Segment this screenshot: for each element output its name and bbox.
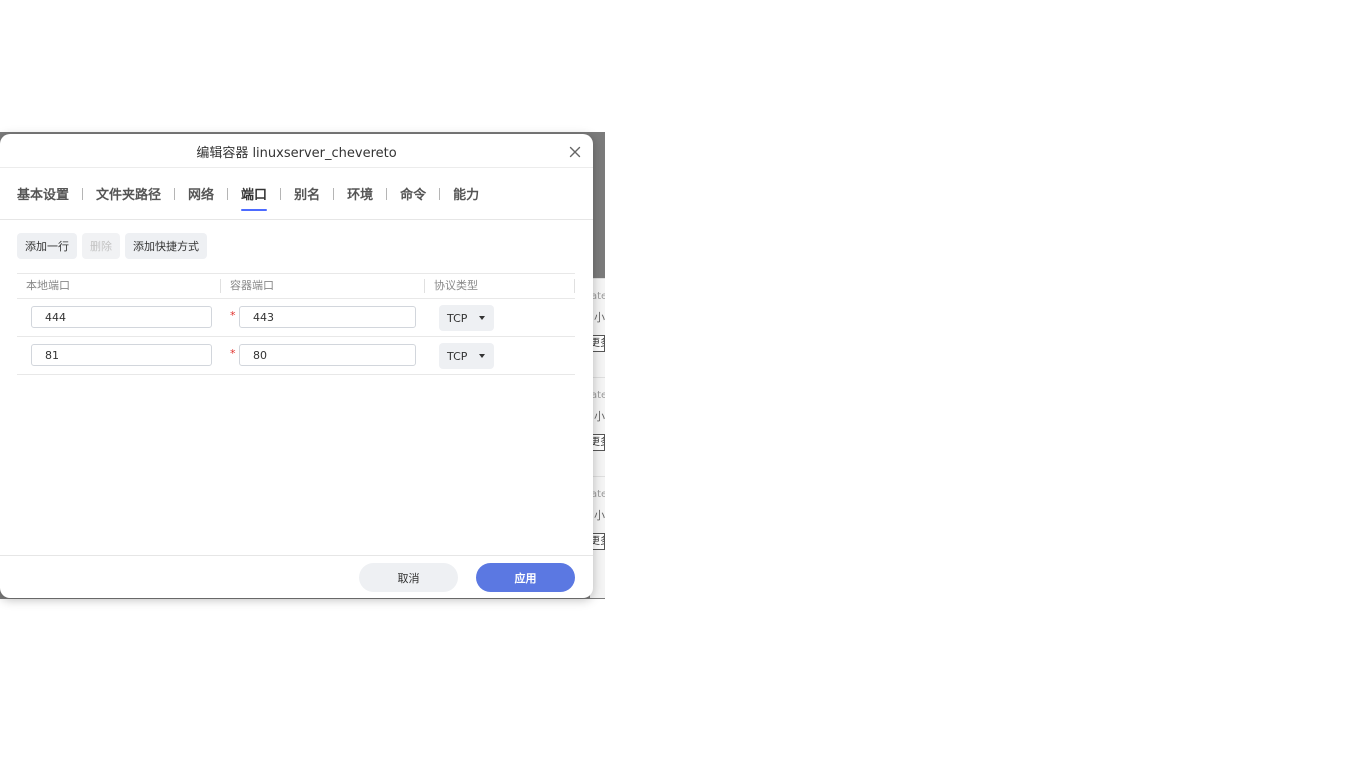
column-header-protocol: 协议类型 <box>434 279 478 292</box>
tab-divider <box>439 187 441 200</box>
local-port-input[interactable] <box>31 306 212 328</box>
dialog-title: 编辑容器 linuxserver_chevereto <box>196 146 397 161</box>
background-card-text: 小 <box>594 311 605 324</box>
close-button[interactable] <box>567 144 583 160</box>
background-card-text: 小 <box>594 410 605 423</box>
tab-ports[interactable]: 端口 <box>241 182 268 211</box>
tab-divider <box>280 187 282 200</box>
column-header-container-port: 容器端口 <box>230 279 274 292</box>
tab-capabilities[interactable]: 能力 <box>453 182 479 205</box>
protocol-select-value: TCP <box>447 311 468 325</box>
background-card-text: 小 <box>594 509 605 522</box>
tab-divider <box>82 187 84 200</box>
tab-basic-settings[interactable]: 基本设置 <box>17 182 69 205</box>
protocol-select[interactable]: TCP <box>439 343 494 369</box>
table-row: * TCP <box>17 337 575 375</box>
column-header-local-port: 本地端口 <box>26 279 70 292</box>
local-port-input[interactable] <box>31 344 212 366</box>
tab-network[interactable]: 网络 <box>188 182 214 205</box>
tab-command[interactable]: 命令 <box>400 182 426 205</box>
background-card-text: ate <box>591 291 605 302</box>
delete-button[interactable]: 删除 <box>82 233 120 259</box>
tab-folder-paths[interactable]: 文件夹路径 <box>96 182 161 205</box>
caret-down-icon <box>479 316 485 320</box>
caret-down-icon <box>479 354 485 358</box>
background-card-text: ate <box>591 390 605 401</box>
tab-environment[interactable]: 环境 <box>347 182 373 205</box>
dialog-footer: 取消 应用 <box>0 555 593 598</box>
required-mark: * <box>230 347 236 360</box>
ports-toolbar: 添加一行 删除 添加快捷方式 <box>17 233 207 259</box>
tab-aliases[interactable]: 别名 <box>294 182 320 205</box>
tab-bar: 基本设置 文件夹路径 网络 端口 别名 环境 命令 能力 <box>0 168 593 220</box>
dialog-header: 编辑容器 linuxserver_chevereto <box>0 134 593 168</box>
add-row-button[interactable]: 添加一行 <box>17 233 77 259</box>
protocol-select-value: TCP <box>447 349 468 363</box>
cancel-button[interactable]: 取消 <box>359 563 458 592</box>
tab-divider <box>386 187 388 200</box>
container-port-input[interactable] <box>239 306 416 328</box>
apply-button[interactable]: 应用 <box>476 563 575 592</box>
edit-container-dialog: 编辑容器 linuxserver_chevereto 基本设置 文件夹路径 网络… <box>0 134 593 598</box>
tab-divider <box>333 187 335 200</box>
protocol-select[interactable]: TCP <box>439 305 494 331</box>
required-mark: * <box>230 309 236 322</box>
tab-divider <box>227 187 229 200</box>
ports-table: 本地端口 容器端口 协议类型 * TCP * TCP <box>17 273 575 375</box>
tab-divider <box>174 187 176 200</box>
close-icon <box>569 146 581 158</box>
table-row: * TCP <box>17 299 575 337</box>
column-divider <box>574 279 575 293</box>
add-shortcut-button[interactable]: 添加快捷方式 <box>125 233 207 259</box>
container-port-input[interactable] <box>239 344 416 366</box>
table-header: 本地端口 容器端口 协议类型 <box>17 273 575 299</box>
background-card-text: ate <box>591 489 605 500</box>
